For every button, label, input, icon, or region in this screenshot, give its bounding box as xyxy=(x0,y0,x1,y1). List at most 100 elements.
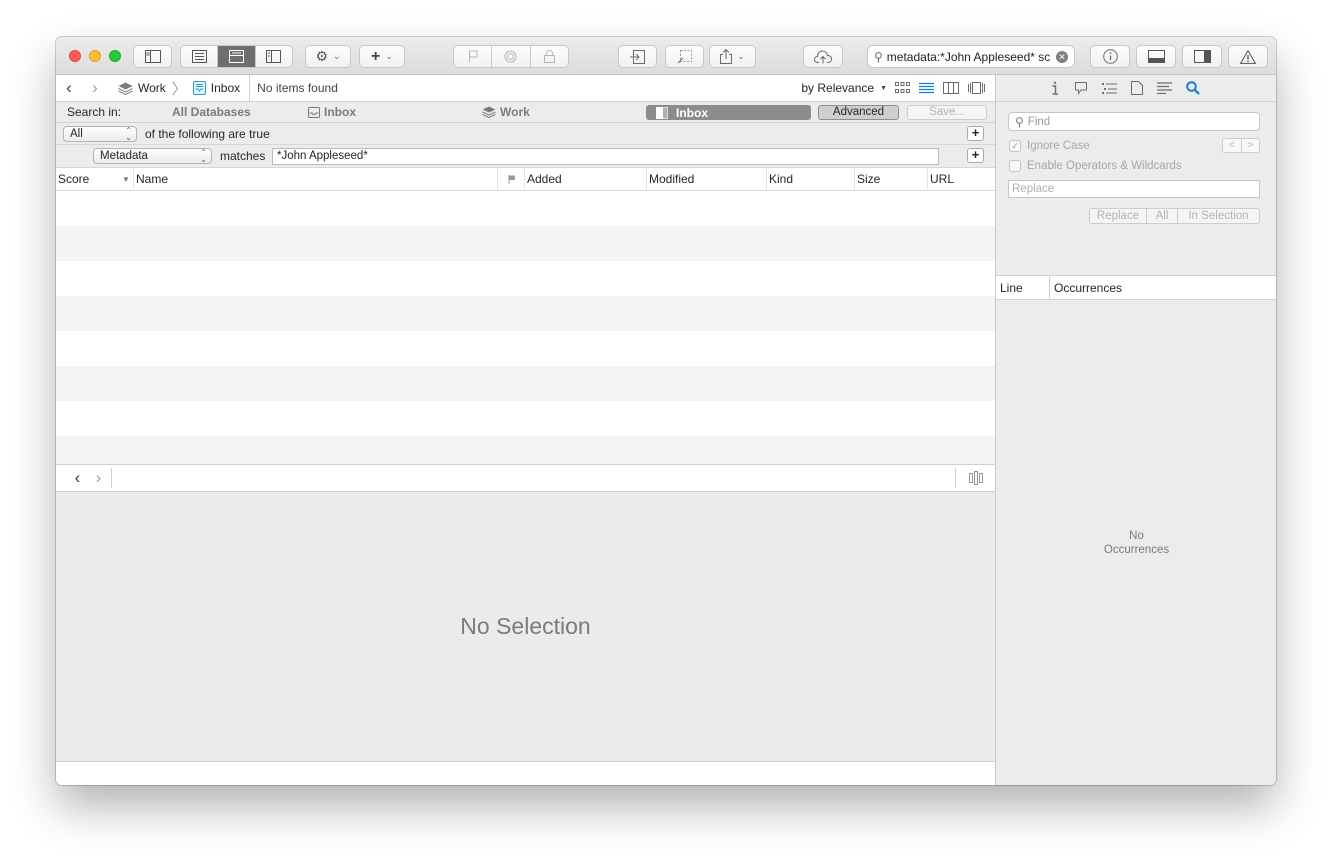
next-document-icon[interactable]: › xyxy=(88,468,109,488)
find-field[interactable]: ⚲ Find xyxy=(1008,112,1260,131)
text-lines-icon[interactable] xyxy=(1157,82,1172,94)
info-icon xyxy=(1102,49,1118,64)
flag-button[interactable] xyxy=(454,46,493,67)
no-selection-label: No Selection xyxy=(460,613,591,639)
column-size[interactable]: Size xyxy=(854,168,927,191)
column-name[interactable]: Name xyxy=(133,168,497,191)
divider xyxy=(249,74,251,102)
breadcrumb-group[interactable]: Inbox xyxy=(192,81,240,95)
column-score-label: Score xyxy=(58,172,90,186)
outline-icon[interactable] xyxy=(1102,82,1117,95)
toggle-inspector-button[interactable] xyxy=(1182,45,1222,68)
zoom-window-button[interactable] xyxy=(109,50,121,62)
flag-mark-lock-segmented[interactable] xyxy=(453,45,569,68)
replace-field[interactable]: Replace xyxy=(1008,180,1260,198)
action-menu-button[interactable]: ⚙ ⌄ xyxy=(305,45,351,68)
ignore-case-checkbox[interactable]: ✓ xyxy=(1009,140,1021,152)
table-row xyxy=(56,191,995,226)
search-in-label: Search in: xyxy=(67,105,122,119)
info-icon[interactable] xyxy=(1050,81,1060,95)
criterion-operator: matches xyxy=(220,149,266,163)
add-criterion-button[interactable]: + xyxy=(967,148,984,163)
add-criterion-button[interactable]: + xyxy=(967,126,984,141)
advanced-button[interactable]: Advanced xyxy=(818,105,899,120)
lock-button[interactable] xyxy=(531,46,568,67)
back-arrow-icon[interactable]: ‹ xyxy=(56,78,82,98)
find-placeholder: Find xyxy=(1027,115,1051,128)
move-to-button[interactable] xyxy=(618,45,657,68)
inbox-icon xyxy=(192,81,206,95)
sidebar-toggle-button[interactable] xyxy=(133,45,172,68)
toolbar-search-field[interactable]: ⚲ metadata:*John Appleseed* sc ✕ xyxy=(867,45,1075,68)
inspector-tabs xyxy=(996,75,1276,102)
operators-wildcards-option[interactable]: Enable Operators & Wildcards xyxy=(1009,160,1182,172)
operators-wildcards-checkbox[interactable] xyxy=(1009,160,1021,172)
view-layout-segmented[interactable] xyxy=(180,45,293,68)
find-prev-next-stepper[interactable]: < > xyxy=(1222,138,1260,153)
toolbar: ⚙ ⌄ + ⌄ ⌄ ⚲ metadata:*John Appleseed* sc… xyxy=(56,37,1276,75)
close-window-button[interactable] xyxy=(69,50,81,62)
annotation-icon[interactable] xyxy=(1074,81,1088,95)
scope-all-databases[interactable]: All Databases xyxy=(172,105,251,119)
sync-button[interactable] xyxy=(803,45,843,68)
column-added[interactable]: Added xyxy=(524,168,646,191)
criterion-value-input[interactable]: *John Appleseed* xyxy=(272,148,939,165)
column-flag[interactable] xyxy=(497,168,524,191)
layout-column-view-button[interactable] xyxy=(256,46,292,67)
cover-flow-icon[interactable] xyxy=(968,82,985,94)
column-occurrences[interactable]: Occurrences xyxy=(1050,276,1122,300)
list-view-icon[interactable] xyxy=(919,82,934,94)
minimize-window-button[interactable] xyxy=(89,50,101,62)
no-occurrences-line1: No xyxy=(1129,530,1144,542)
ignore-case-option[interactable]: ✓ Ignore Case xyxy=(1009,140,1090,152)
previous-document-icon[interactable]: ‹ xyxy=(67,468,88,488)
column-url[interactable]: URL xyxy=(927,168,995,191)
icon-view-icon[interactable] xyxy=(895,82,910,94)
add-menu-button[interactable]: + ⌄ xyxy=(359,45,405,68)
criterion-field-popup[interactable]: Metadata ⌃ ⌄ xyxy=(93,148,212,164)
match-mode-popup[interactable]: All ⌃ ⌄ xyxy=(63,126,137,142)
criterion-field-value: Metadata xyxy=(100,150,148,162)
select-area-button[interactable] xyxy=(665,45,704,68)
replace-in-selection-button[interactable]: In Selection xyxy=(1178,209,1259,223)
sort-menu[interactable]: by Relevance ▼ xyxy=(801,81,887,95)
column-score[interactable]: Score ▼ xyxy=(56,168,133,191)
divider xyxy=(111,468,112,488)
clear-search-icon[interactable]: ✕ xyxy=(1056,50,1068,63)
layout-split-view-button[interactable] xyxy=(218,46,256,67)
document-icon[interactable] xyxy=(1131,81,1143,95)
toggle-preview-pane-button[interactable] xyxy=(1136,45,1176,68)
find-previous-icon[interactable]: < xyxy=(1223,139,1242,152)
scope-inbox[interactable]: Inbox xyxy=(308,105,356,119)
column-modified[interactable]: Modified xyxy=(646,168,766,191)
forward-arrow-icon[interactable]: › xyxy=(82,78,108,98)
chevron-down-icon: ⌄ xyxy=(737,51,745,61)
layout-list-view-button[interactable] xyxy=(181,46,219,67)
replace-button[interactable]: Replace xyxy=(1090,209,1147,223)
database-stack-icon xyxy=(118,82,133,95)
table-row xyxy=(56,261,995,296)
find-next-icon[interactable]: > xyxy=(1242,139,1260,152)
share-button[interactable]: ⌄ xyxy=(709,45,756,68)
warnings-button[interactable] xyxy=(1228,45,1268,68)
scope-work-label: Work xyxy=(500,105,530,119)
scope-work[interactable]: Work xyxy=(482,105,530,119)
save-search-button[interactable]: Save... xyxy=(907,105,987,120)
scope-selected-inbox[interactable]: Inbox xyxy=(646,105,811,120)
mark-button[interactable] xyxy=(492,46,531,67)
search-icon[interactable] xyxy=(1186,81,1200,95)
info-button[interactable] xyxy=(1090,45,1130,68)
inspector-pane-icon xyxy=(1193,50,1211,63)
replace-all-button[interactable]: All xyxy=(1147,209,1178,223)
bottom-pane-icon xyxy=(1147,50,1165,63)
column-kind[interactable]: Kind xyxy=(766,168,854,191)
column-view-icon[interactable] xyxy=(943,82,959,94)
breadcrumb-database[interactable]: Work xyxy=(118,81,166,95)
results-table-body xyxy=(56,191,995,464)
no-occurrences-message: No Occurrences xyxy=(996,301,1276,785)
column-line[interactable]: Line xyxy=(996,276,1050,300)
share-icon xyxy=(720,49,733,64)
selection-icon xyxy=(677,49,692,63)
preview-options-button[interactable] xyxy=(956,471,995,485)
toolbar-search-value[interactable]: metadata:*John Appleseed* sc xyxy=(887,50,1052,64)
